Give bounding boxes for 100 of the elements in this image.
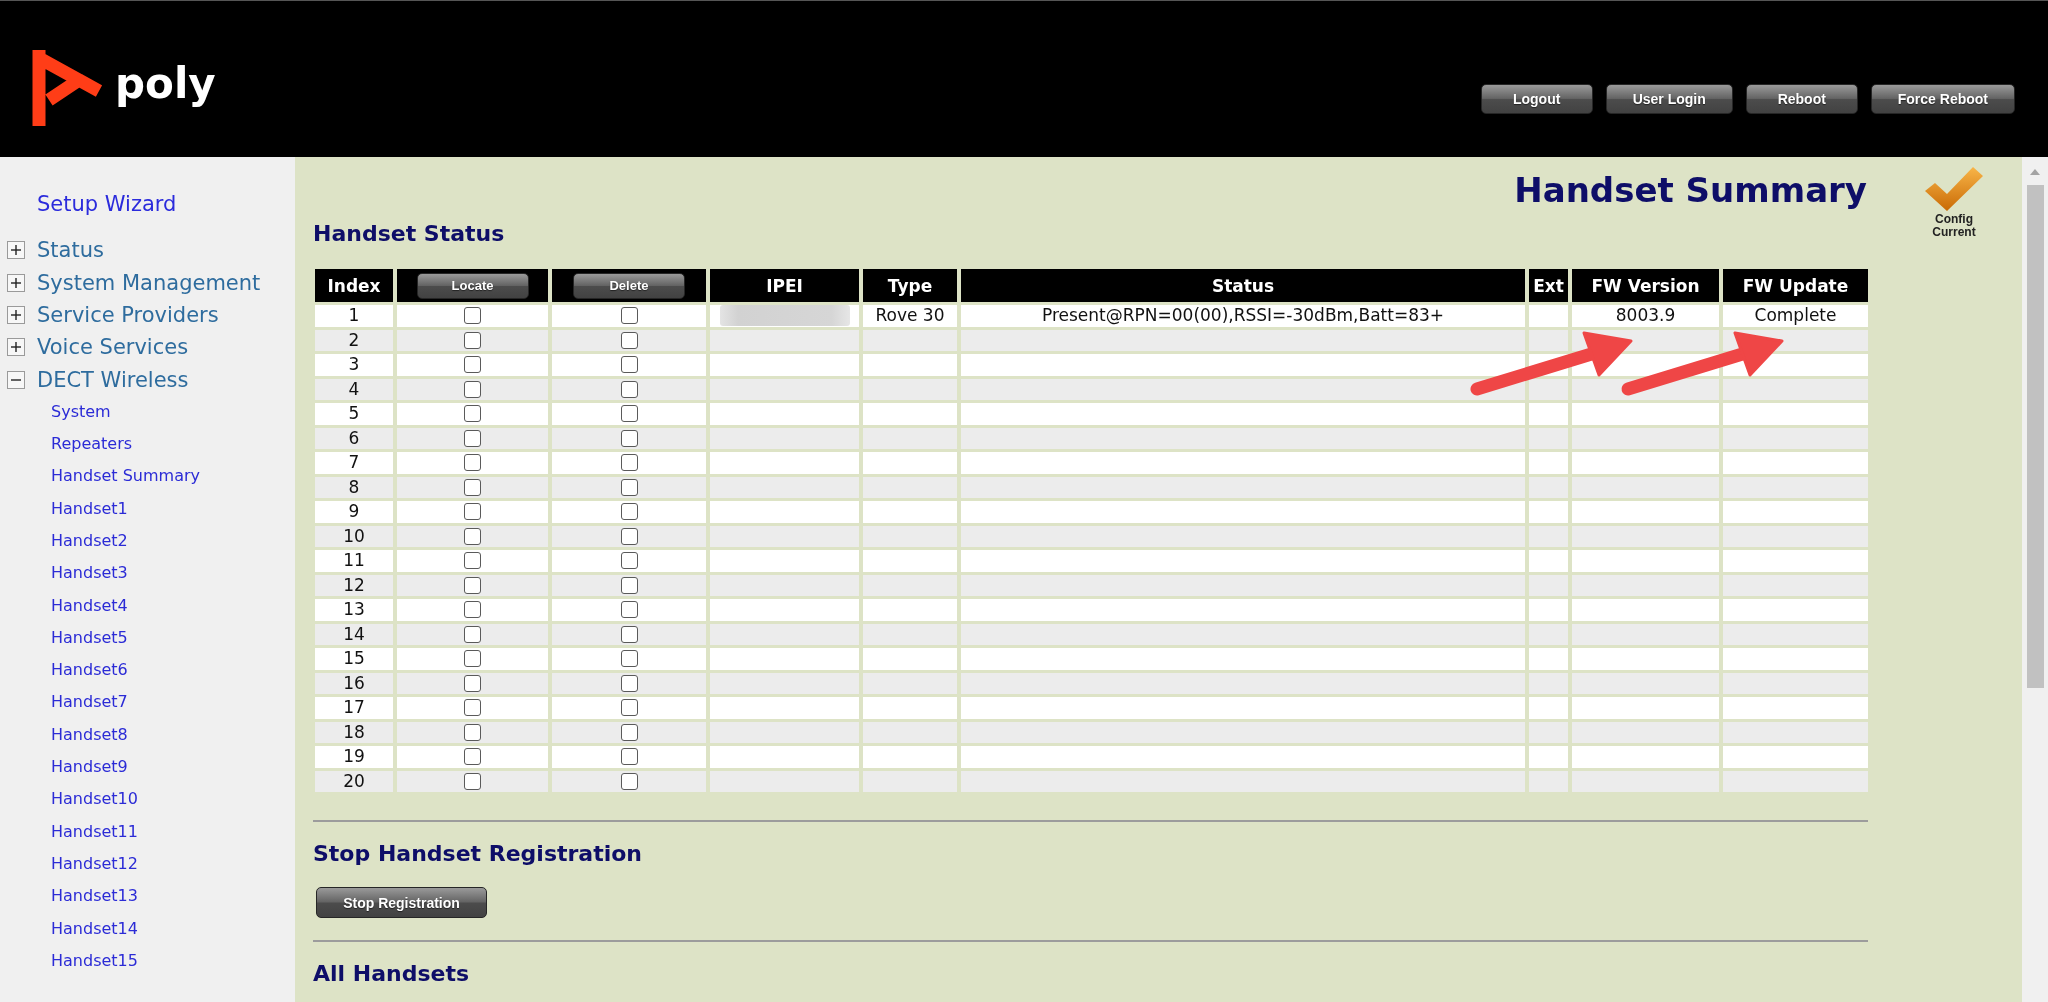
checkbox[interactable] <box>620 625 638 643</box>
tree-subitem[interactable]: Handset10 <box>51 783 138 816</box>
tree-subitem[interactable]: Handset13 <box>51 880 138 913</box>
table-cell: 19 <box>315 746 393 768</box>
checkbox[interactable] <box>464 331 481 349</box>
checkbox[interactable] <box>620 699 638 717</box>
checkbox[interactable] <box>464 527 481 545</box>
checkbox[interactable] <box>620 772 638 790</box>
tree-subitem[interactable]: Handset12 <box>51 847 138 881</box>
header-button[interactable]: Logout <box>1480 84 1593 114</box>
sidebar-link[interactable]: Setup Wizard <box>37 188 177 221</box>
table-cell <box>1529 305 1568 327</box>
plus-icon[interactable] <box>7 306 25 325</box>
page-title: Handset Summary <box>1514 170 1867 210</box>
table-cell: 11 <box>315 550 393 572</box>
tree-subitem[interactable]: Handset7 <box>51 686 128 719</box>
checkbox[interactable] <box>620 331 638 349</box>
checkbox[interactable] <box>464 405 481 423</box>
checkbox[interactable] <box>620 748 638 766</box>
checkbox[interactable] <box>620 674 638 692</box>
plus-icon[interactable] <box>7 241 25 260</box>
minus-icon[interactable] <box>7 370 25 389</box>
tree-subitem[interactable]: Repeaters <box>51 428 133 461</box>
section-heading: Handset Status <box>313 221 505 247</box>
tree-subitem[interactable]: Handset11 <box>51 815 138 848</box>
checkbox[interactable] <box>620 723 638 741</box>
checkbox[interactable] <box>464 552 481 570</box>
table-cell: 16 <box>315 672 393 694</box>
table-cell: 3 <box>315 354 393 376</box>
header-button[interactable]: Reboot <box>1745 84 1858 114</box>
tree-subitem[interactable]: System <box>51 395 111 429</box>
tree-subitem[interactable]: Handset8 <box>51 718 128 752</box>
checkbox[interactable] <box>464 723 481 741</box>
checkbox[interactable] <box>620 503 638 521</box>
table-cell: 4 <box>315 378 393 400</box>
column-header: FW Update <box>1723 269 1868 302</box>
checkbox[interactable] <box>620 576 638 594</box>
column-header: Status <box>961 269 1525 302</box>
header-button[interactable]: Force Reboot <box>1870 84 2015 114</box>
table-cell: 10 <box>315 525 393 547</box>
tree-item[interactable]: DECT Wireless <box>37 365 189 394</box>
checkbox[interactable] <box>464 650 481 668</box>
scrollbar-thumb[interactable] <box>2026 185 2044 688</box>
tree-subitem[interactable]: Handset5 <box>51 621 128 655</box>
checkbox[interactable] <box>620 405 638 423</box>
checkbox[interactable] <box>464 748 481 766</box>
checkbox[interactable] <box>620 527 638 545</box>
locate-button[interactable]: Locate <box>416 272 529 299</box>
checkbox[interactable] <box>464 454 481 472</box>
checkbox[interactable] <box>464 307 481 325</box>
checkbox[interactable] <box>620 380 638 398</box>
checkbox[interactable] <box>464 674 481 692</box>
table-cell: Rove 30 <box>863 305 957 327</box>
checkbox[interactable] <box>464 503 481 521</box>
table-cell <box>1529 550 1568 572</box>
table-cell <box>1529 623 1568 645</box>
checkbox[interactable] <box>620 307 638 325</box>
checkbox[interactable] <box>620 552 638 570</box>
checkbox[interactable] <box>464 601 481 619</box>
table-cell <box>1529 648 1568 670</box>
tree-subitem[interactable]: Handset Summary <box>51 460 200 493</box>
checkbox[interactable] <box>620 429 638 447</box>
table-cell <box>1529 746 1568 768</box>
table-cell: 12 <box>315 574 393 596</box>
stop-registration-button[interactable]: Stop Registration <box>316 887 487 918</box>
tree-subitem[interactable]: Handset3 <box>51 557 128 590</box>
tree-item[interactable]: Service Providers <box>37 301 219 330</box>
table-cell <box>1529 427 1568 449</box>
checkbox[interactable] <box>620 601 638 619</box>
tree-subitem[interactable]: Handset6 <box>51 654 128 687</box>
checkbox[interactable] <box>464 772 481 790</box>
table-cell <box>1529 697 1568 719</box>
tree-subitem[interactable]: Handset15 <box>51 944 138 978</box>
checkbox[interactable] <box>620 454 638 472</box>
tree-subitem[interactable]: Handset14 <box>51 912 138 945</box>
tree-item[interactable]: Voice Services <box>37 333 189 362</box>
column-header: IPEI <box>710 269 859 302</box>
table-cell <box>1529 329 1568 351</box>
tree-item[interactable]: Status <box>37 236 104 265</box>
checkbox[interactable] <box>620 478 638 496</box>
checkbox[interactable] <box>620 650 638 668</box>
table-cell: 8003.9 <box>1572 305 1719 327</box>
checkbox[interactable] <box>464 699 481 717</box>
plus-icon[interactable] <box>7 273 25 292</box>
checkbox[interactable] <box>464 625 481 643</box>
tree-subitem[interactable]: Handset4 <box>51 589 128 622</box>
checkbox[interactable] <box>464 576 481 594</box>
checkbox[interactable] <box>464 429 481 447</box>
checkbox[interactable] <box>464 478 481 496</box>
tree-subitem[interactable]: Handset9 <box>51 751 128 784</box>
tree-item[interactable]: System Management <box>37 268 261 297</box>
checkbox[interactable] <box>464 356 481 374</box>
tree-subitem[interactable]: Handset1 <box>51 492 128 525</box>
delete-button[interactable]: Delete <box>573 272 685 299</box>
checkbox[interactable] <box>620 356 638 374</box>
column-header: FW Version <box>1572 269 1719 302</box>
plus-icon[interactable] <box>7 338 25 357</box>
checkbox[interactable] <box>464 380 481 398</box>
header-button[interactable]: User Login <box>1605 84 1733 114</box>
tree-subitem[interactable]: Handset2 <box>51 524 128 558</box>
